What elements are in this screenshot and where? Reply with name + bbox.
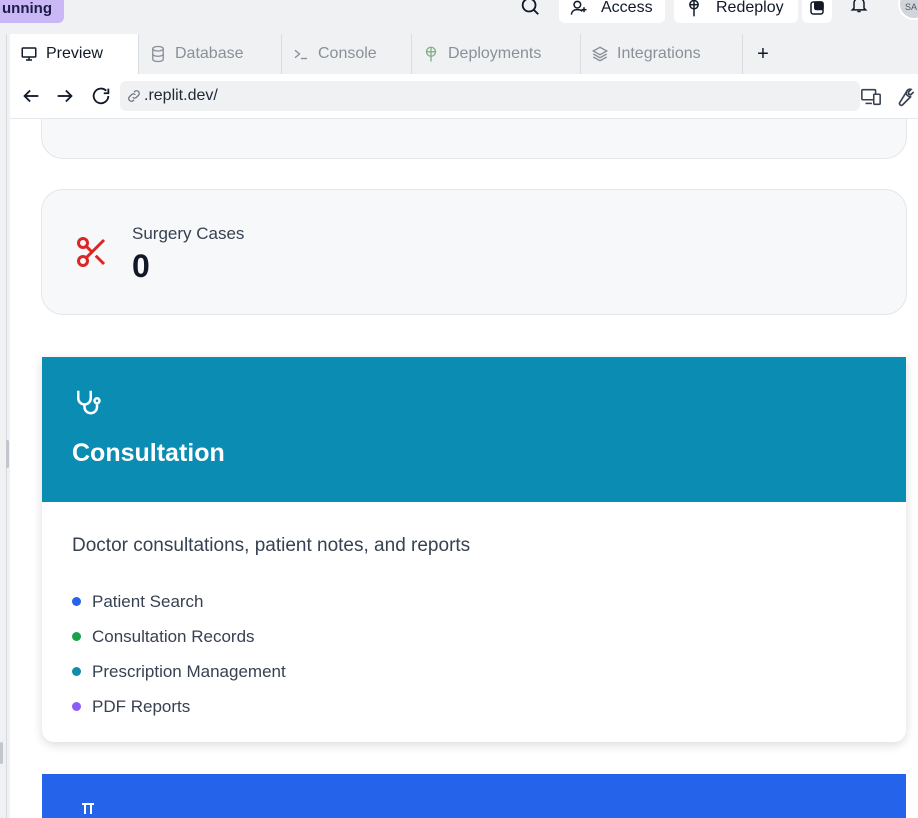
search-icon[interactable] — [519, 0, 541, 17]
tab-database[interactable]: Database — [139, 34, 282, 74]
devices-icon[interactable] — [860, 86, 882, 108]
bullet-dot — [72, 702, 81, 711]
resize-handle-secondary[interactable] — [0, 742, 3, 764]
top-toolbar: unning Access Redeploy SA — [0, 0, 918, 34]
copy-icon — [810, 0, 824, 15]
deploy-icon — [689, 0, 699, 16]
bullet-dot — [72, 597, 81, 606]
tab-label: Integrations — [617, 45, 701, 62]
tab-integrations[interactable]: Integrations — [581, 34, 743, 74]
reload-icon[interactable] — [90, 85, 112, 107]
bullet-dot — [72, 632, 81, 641]
list-item: Prescription Management — [72, 654, 286, 689]
add-user-icon — [570, 0, 587, 15]
feature-label: Consultation Records — [92, 626, 255, 646]
feature-list: Patient Search Consultation Records Pres… — [72, 584, 286, 724]
list-item: Consultation Records — [72, 619, 286, 654]
pane-divider — [6, 34, 7, 818]
tab-label: Console — [318, 45, 377, 62]
monitor-icon — [21, 47, 37, 61]
tab-label: Deployments — [448, 45, 542, 62]
stat-card-previous — [41, 119, 907, 159]
layers-icon — [591, 46, 609, 62]
access-button[interactable]: Access — [559, 0, 665, 23]
link-icon — [128, 90, 140, 102]
extensions-button[interactable] — [802, 0, 832, 23]
new-tab-button[interactable]: + — [743, 34, 783, 74]
feature-label: PDF Reports — [92, 696, 191, 716]
resize-handle[interactable] — [6, 440, 9, 468]
redeploy-label: Redeploy — [716, 0, 784, 16]
redeploy-button[interactable]: Redeploy — [674, 0, 798, 23]
scissors-icon — [77, 237, 106, 267]
tab-preview[interactable]: Preview — [10, 34, 139, 74]
bell-icon[interactable] — [849, 0, 869, 14]
tab-label: Preview — [46, 45, 103, 62]
deployments-icon — [425, 46, 437, 62]
forward-icon[interactable] — [54, 85, 76, 107]
url-field[interactable]: .replit.dev/ — [120, 81, 860, 111]
flask-icon — [82, 803, 94, 814]
url-text: .replit.dev/ — [144, 87, 218, 104]
list-item: PDF Reports — [72, 689, 286, 724]
stethoscope-icon — [77, 390, 101, 415]
stat-label: Surgery Cases — [132, 224, 245, 243]
module-header: Consultation — [42, 357, 906, 502]
database-icon — [152, 45, 164, 63]
module-card-next[interactable] — [42, 774, 906, 818]
module-description: Doctor consultations, patient notes, and… — [72, 535, 471, 556]
bullet-dot — [72, 667, 81, 676]
back-icon[interactable] — [20, 85, 42, 107]
avatar[interactable]: SA — [898, 0, 918, 20]
wrench-icon[interactable] — [893, 86, 915, 108]
feature-label: Patient Search — [92, 591, 204, 611]
tab-deployments[interactable]: Deployments — [412, 34, 581, 74]
access-label: Access — [601, 0, 653, 16]
left-gutter — [0, 34, 10, 818]
feature-label: Prescription Management — [92, 661, 286, 681]
list-item: Patient Search — [72, 584, 286, 619]
replit-workspace: unning Access Redeploy SA Preview Databa… — [0, 0, 918, 818]
terminal-icon — [294, 49, 307, 60]
tab-bar: Preview Database Console Deployments Int… — [10, 34, 918, 74]
tab-console[interactable]: Console — [282, 34, 412, 74]
run-status-badge[interactable]: unning — [0, 0, 64, 23]
stat-card-surgery: Surgery Cases 0 — [41, 189, 907, 315]
tab-label: Database — [175, 45, 244, 62]
preview-pane: Surgery Cases 0 Consultation Doctor cons… — [10, 119, 918, 818]
module-title: Consultation — [72, 439, 225, 467]
stat-value: 0 — [132, 248, 150, 284]
address-bar: .replit.dev/ — [10, 74, 918, 119]
module-card-consultation[interactable]: Consultation Doctor consultations, patie… — [42, 357, 906, 742]
